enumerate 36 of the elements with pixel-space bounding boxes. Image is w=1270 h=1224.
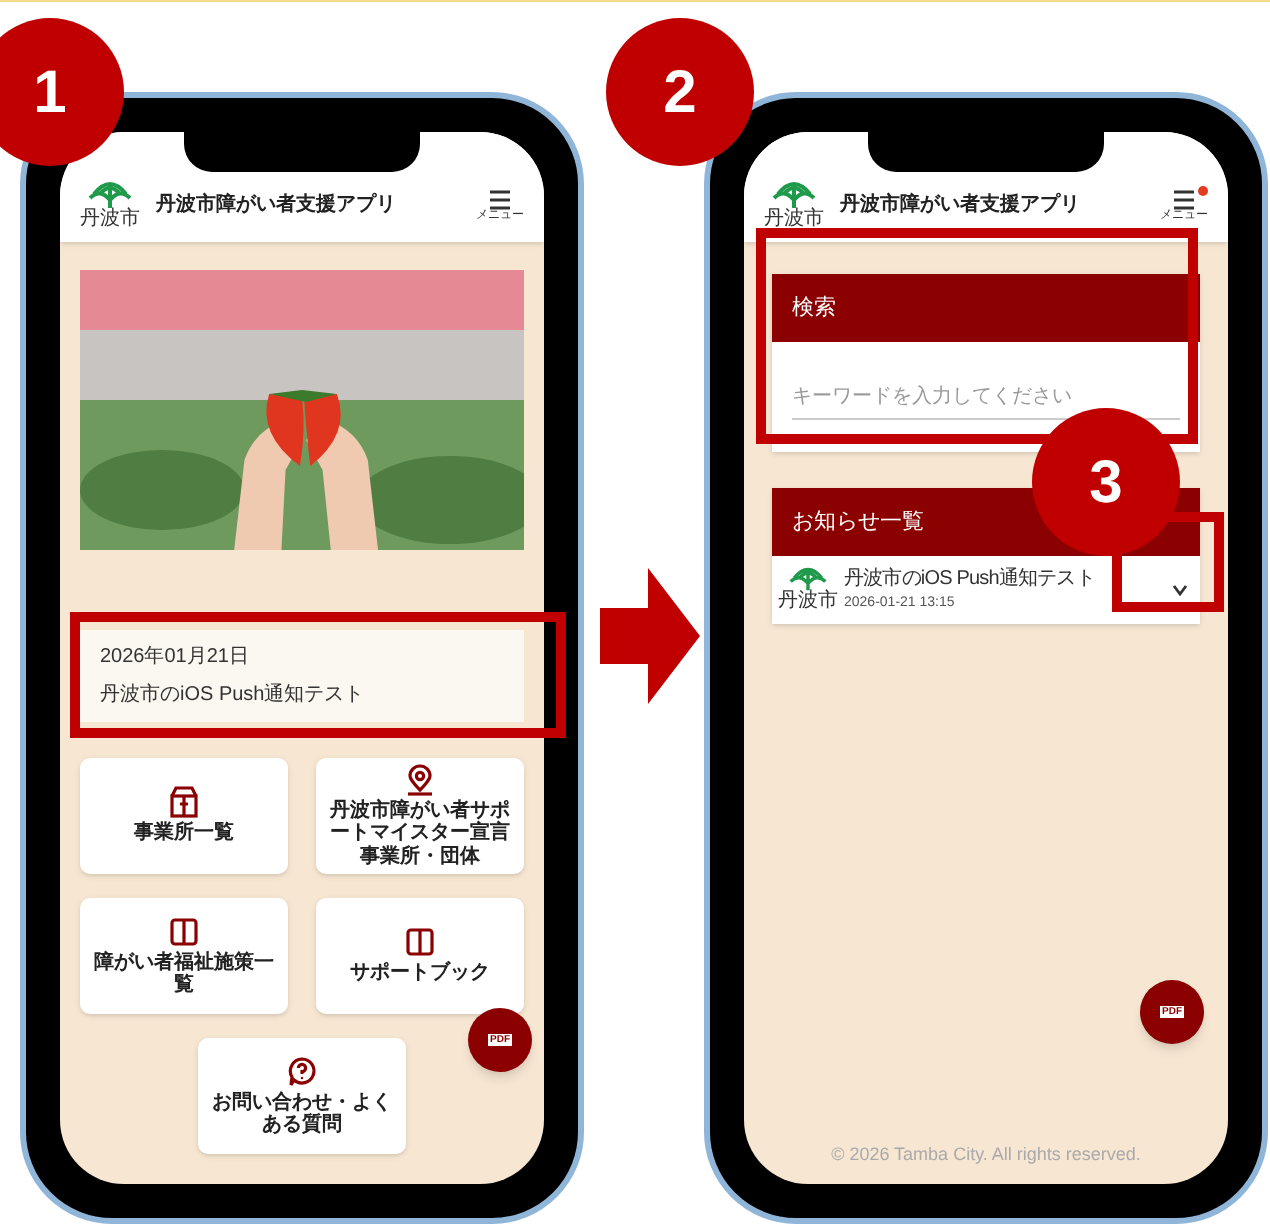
app-title: 丹波市障がい者支援アプリ (156, 190, 398, 220)
tile-label: サポートブック (350, 962, 490, 986)
notice-title: 丹波市のiOS Push通知テスト (100, 681, 367, 710)
map-pin-icon (404, 763, 436, 796)
menu-icon (488, 189, 512, 209)
menu-tile[interactable]: 事業所一覧 (80, 758, 288, 874)
building-icon (168, 786, 200, 819)
app-title: 丹波市障がい者支援アプリ (840, 190, 1082, 220)
arrow-icon (600, 568, 700, 704)
step-badge: 1 (0, 18, 124, 166)
book-icon (404, 926, 436, 959)
tile-label: お問い合わせ・よくある質問 (210, 1091, 394, 1137)
step-badge: 2 (606, 18, 754, 166)
copyright-footer: © 2026 Tamba City. All rights reserved. (831, 1141, 1141, 1168)
city-logo-icon (788, 566, 828, 593)
tile-label: 事業所一覧 (134, 822, 234, 846)
notice-title: 丹波市のiOS Push通知テスト (844, 565, 1097, 594)
menu-icon (1172, 189, 1196, 209)
tile-label: 丹波市障がい者サポートマイスター宣言事業所・団体 (328, 799, 512, 869)
menu-tile[interactable]: 丹波市障がい者サポートマイスター宣言事業所・団体 (316, 758, 524, 874)
notice-card[interactable]: 2026年01月21日 丹波市のiOS Push通知テスト (80, 630, 524, 722)
notice-date: 2026年01月21日 (100, 644, 251, 672)
menu-tile[interactable]: 障がい者福祉施策一覧 (80, 898, 288, 1014)
question-icon (286, 1055, 318, 1087)
logo-text: 丹波市 (778, 592, 838, 613)
chevron-icon (1172, 583, 1188, 596)
search-heading: 検索 (792, 293, 836, 324)
city-logo-icon (88, 180, 132, 210)
menu-tile[interactable]: サポートブック (316, 898, 524, 1014)
tile-label: 障がい者福祉施策一覧 (92, 951, 276, 997)
book-icon (168, 915, 200, 947)
logo-text: 丹波市 (80, 210, 140, 230)
menu-tile[interactable]: お問い合わせ・よくある質問 (198, 1038, 406, 1154)
logo-text: 丹波市 (764, 210, 824, 230)
city-logo-icon (772, 180, 816, 210)
notices-heading: お知らせ一覧 (792, 507, 924, 538)
